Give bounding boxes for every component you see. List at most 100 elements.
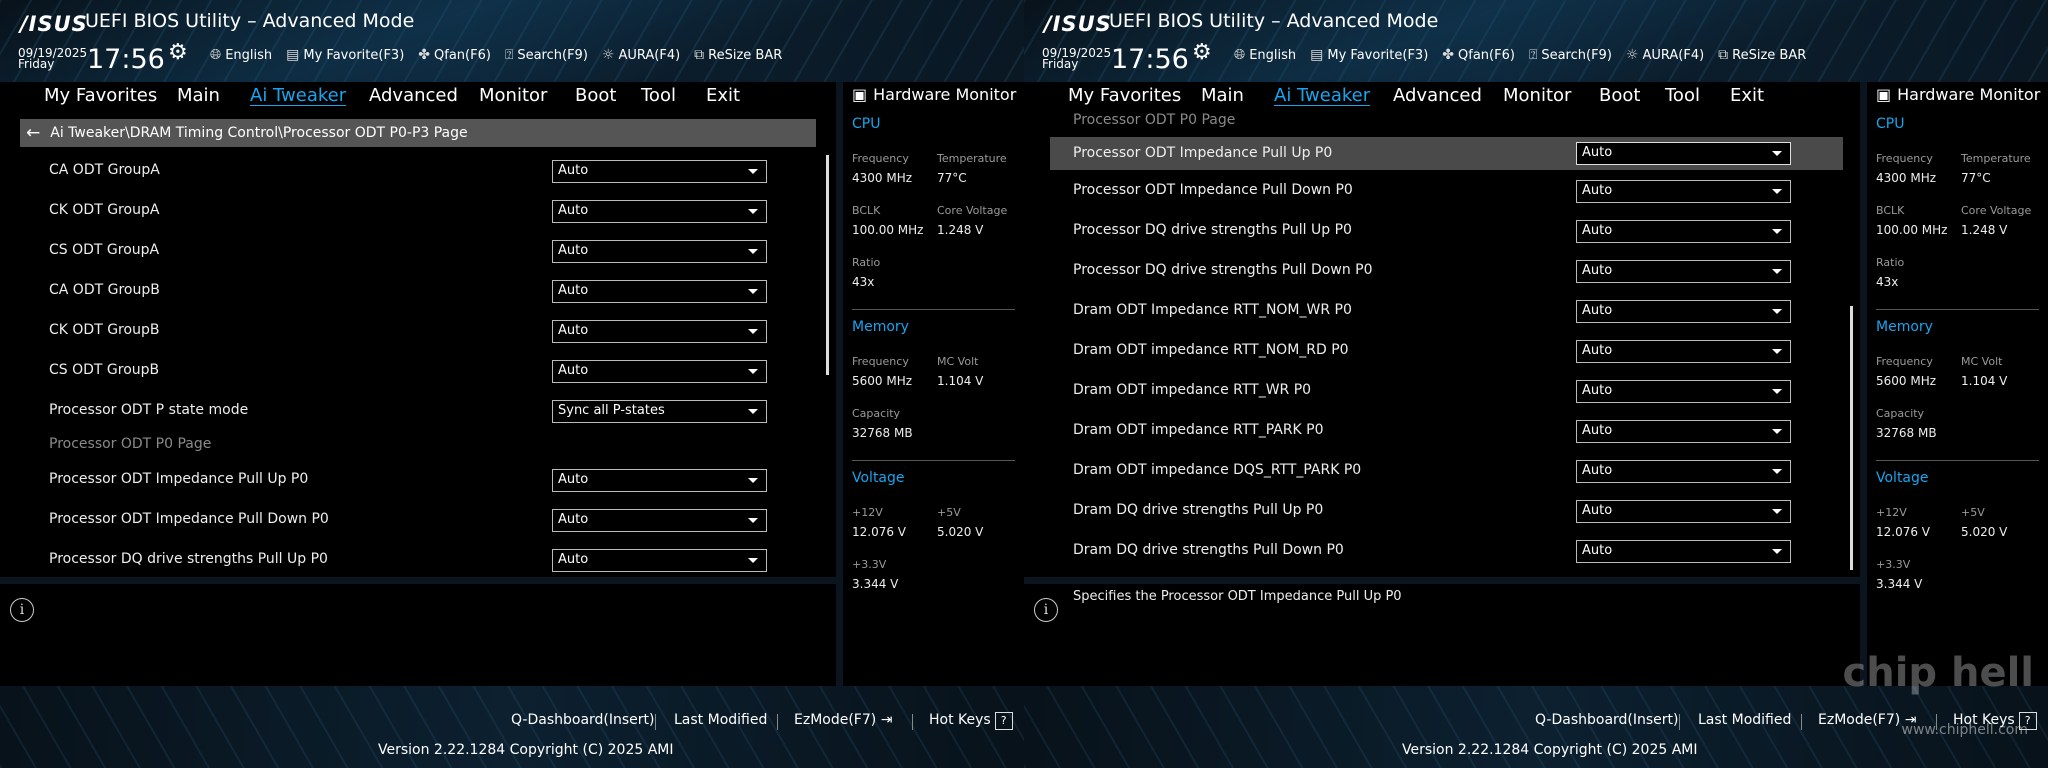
day-text: Friday: [18, 57, 55, 71]
setting-dropdown[interactable]: Auto: [552, 280, 767, 303]
setting-row[interactable]: Dram ODT impedance RTT_PARK P0 Auto: [1050, 412, 1843, 449]
caret-down-icon: [748, 209, 758, 214]
setting-row[interactable]: Processor DQ drive strengths Pull Down P…: [1050, 252, 1843, 289]
setting-row[interactable]: Dram DQ drive strengths Pull Up P0 Auto: [1050, 492, 1843, 529]
setting-row[interactable]: CS ODT GroupB Auto: [26, 352, 819, 389]
setting-label: Dram DQ drive strengths Pull Down P0: [1073, 542, 1344, 558]
setting-row[interactable]: Processor DQ drive strengths Pull Up P0 A…: [1050, 212, 1843, 249]
q-dashboard-button[interactable]: Q-Dashboard(Insert): [511, 712, 655, 728]
setting-dropdown[interactable]: Auto: [1576, 420, 1791, 443]
tab-tool[interactable]: Tool: [641, 85, 676, 106]
setting-row[interactable]: Processor ODT Impedance Pull Down P0 Auto: [26, 501, 819, 538]
last-modified-button[interactable]: Last Modified: [1698, 712, 1791, 728]
globe-icon: 🌐︎: [210, 47, 222, 63]
setting-dropdown[interactable]: Auto: [552, 200, 767, 223]
last-modified-button[interactable]: Last Modified: [674, 712, 767, 728]
breadcrumb[interactable]: ← Ai Tweaker\DRAM Timing Control\Process…: [20, 119, 816, 147]
setting-row[interactable]: CK ODT GroupA Auto: [26, 192, 819, 229]
tab-ai-tweaker[interactable]: Ai Tweaker: [1274, 85, 1370, 106]
setting-row[interactable]: CK ODT GroupB Auto: [26, 312, 819, 349]
tab-my-favorites[interactable]: My Favorites: [1068, 85, 1181, 106]
setting-dropdown[interactable]: Auto: [552, 360, 767, 383]
setting-dropdown[interactable]: Auto: [1576, 540, 1791, 563]
setting-dropdown[interactable]: Auto: [1576, 260, 1791, 283]
setting-dropdown[interactable]: Auto: [552, 240, 767, 263]
aura-button[interactable]: ☼ AURA(F4): [1626, 47, 1704, 63]
setting-row[interactable]: Processor ODT Impedance Pull Up P0 Auto: [26, 461, 819, 498]
scrollbar[interactable]: [1850, 306, 1853, 570]
setting-row[interactable]: Dram DQ drive strengths Pull Down P0 Auto: [1050, 532, 1843, 569]
resize-bar-button[interactable]: ⧉ ReSize BAR: [694, 47, 782, 63]
setting-row[interactable]: CA ODT GroupA Auto: [26, 152, 819, 189]
setting-dropdown[interactable]: Auto: [552, 160, 767, 183]
tab-monitor[interactable]: Monitor: [479, 85, 547, 106]
memory-frequency-label: Frequency: [1876, 355, 1933, 368]
hot-keys-button[interactable]: Hot Keys?: [929, 712, 1013, 730]
mc-volt-label: MC Volt: [1961, 355, 2003, 368]
scrollbar[interactable]: [826, 155, 829, 375]
section-heading-label: Processor ODT P0 Page: [49, 436, 212, 452]
tab-tool[interactable]: Tool: [1665, 85, 1700, 106]
search-button[interactable]: ⍰ Search(F9): [1529, 47, 1612, 63]
aura-button[interactable]: ☼ AURA(F4): [602, 47, 680, 63]
gear-icon[interactable]: ⚙: [1192, 40, 1212, 65]
setting-row[interactable]: CS ODT GroupA Auto: [26, 232, 819, 269]
setting-row[interactable]: Processor DQ drive strengths Pull Up P0 A…: [26, 541, 819, 578]
setting-row[interactable]: Dram ODT impedance RTT_WR P0 Auto: [1050, 372, 1843, 409]
hardware-monitor: ▣ Hardware Monitor CPU Frequency Temperat…: [843, 82, 1024, 686]
setting-dropdown[interactable]: Auto: [552, 320, 767, 343]
setting-dropdown[interactable]: Auto: [552, 509, 767, 532]
back-arrow-icon[interactable]: ←: [26, 123, 40, 143]
setting-dropdown[interactable]: Auto: [1576, 300, 1791, 323]
core-voltage-value: 1.248 V: [1961, 223, 2008, 237]
setting-dropdown[interactable]: Auto: [1576, 180, 1791, 203]
qfan-button[interactable]: ✤ Qfan(F6): [1442, 47, 1515, 63]
setting-dropdown[interactable]: Auto: [1576, 340, 1791, 363]
setting-row-selected[interactable]: Processor ODT Impedance Pull Up P0 Auto: [1050, 137, 1843, 170]
gear-icon[interactable]: ⚙: [168, 40, 188, 65]
setting-label: Processor ODT Impedance Pull Up P0: [1073, 145, 1333, 161]
tab-main[interactable]: Main: [177, 85, 220, 106]
search-button[interactable]: ⍰ Search(F9): [505, 47, 588, 63]
tab-monitor[interactable]: Monitor: [1503, 85, 1571, 106]
setting-row[interactable]: CA ODT GroupB Auto: [26, 272, 819, 309]
tab-boot[interactable]: Boot: [1599, 85, 1640, 106]
language-button[interactable]: 🌐︎ English: [1234, 47, 1296, 63]
tab-boot[interactable]: Boot: [575, 85, 616, 106]
resize-bar-button[interactable]: ⧉ ReSize BAR: [1718, 47, 1806, 63]
setting-row[interactable]: Dram ODT impedance DQS_RTT_PARK P0 Auto: [1050, 452, 1843, 489]
setting-dropdown[interactable]: Auto: [1576, 380, 1791, 403]
tab-exit[interactable]: Exit: [706, 85, 740, 106]
setting-row[interactable]: Processor ODT P state mode Sync all P-sta…: [26, 392, 819, 429]
tab-my-favorites[interactable]: My Favorites: [44, 85, 157, 106]
resize-bar-icon: ⧉: [694, 47, 705, 63]
q-dashboard-button[interactable]: Q-Dashboard(Insert): [1535, 712, 1679, 728]
setting-dropdown[interactable]: Auto: [1576, 500, 1791, 523]
setting-dropdown[interactable]: Auto: [1576, 220, 1791, 243]
my-favorite-button[interactable]: ▤ My Favorite(F3): [1310, 47, 1428, 63]
tab-advanced[interactable]: Advanced: [1393, 85, 1482, 106]
tab-main[interactable]: Main: [1201, 85, 1244, 106]
divider: [1876, 460, 2039, 461]
tab-advanced[interactable]: Advanced: [369, 85, 458, 106]
setting-row[interactable]: Dram ODT Impedance RTT_NOM_WR P0 Auto: [1050, 292, 1843, 329]
bclk-value: 100.00 MHz: [852, 223, 924, 237]
v12-value: 12.076 V: [1876, 525, 1931, 539]
language-button[interactable]: 🌐︎ English: [210, 47, 272, 63]
my-favorite-button[interactable]: ▤ My Favorite(F3): [286, 47, 404, 63]
watermark-logo: chip hell: [1842, 650, 2034, 696]
setting-row[interactable]: Processor ODT Impedance Pull Down P0 Auto: [1050, 172, 1843, 209]
globe-icon: 🌐︎: [1234, 47, 1246, 63]
setting-row[interactable]: Dram ODT impedance RTT_NOM_RD P0 Auto: [1050, 332, 1843, 369]
setting-dropdown[interactable]: Auto: [1576, 460, 1791, 483]
tab-exit[interactable]: Exit: [1730, 85, 1764, 106]
setting-dropdown[interactable]: Sync all P-states: [552, 400, 767, 423]
tab-ai-tweaker[interactable]: Ai Tweaker: [250, 85, 346, 106]
setting-dropdown[interactable]: Auto: [1576, 142, 1791, 165]
ezmode-button[interactable]: EzMode(F7) ⇥: [794, 712, 892, 728]
section-heading: Processor ODT P0 Page: [26, 432, 819, 458]
setting-dropdown[interactable]: Auto: [552, 469, 767, 492]
setting-dropdown[interactable]: Auto: [552, 549, 767, 572]
v12-label: +12V: [852, 506, 883, 519]
qfan-button[interactable]: ✤ Qfan(F6): [418, 47, 491, 63]
